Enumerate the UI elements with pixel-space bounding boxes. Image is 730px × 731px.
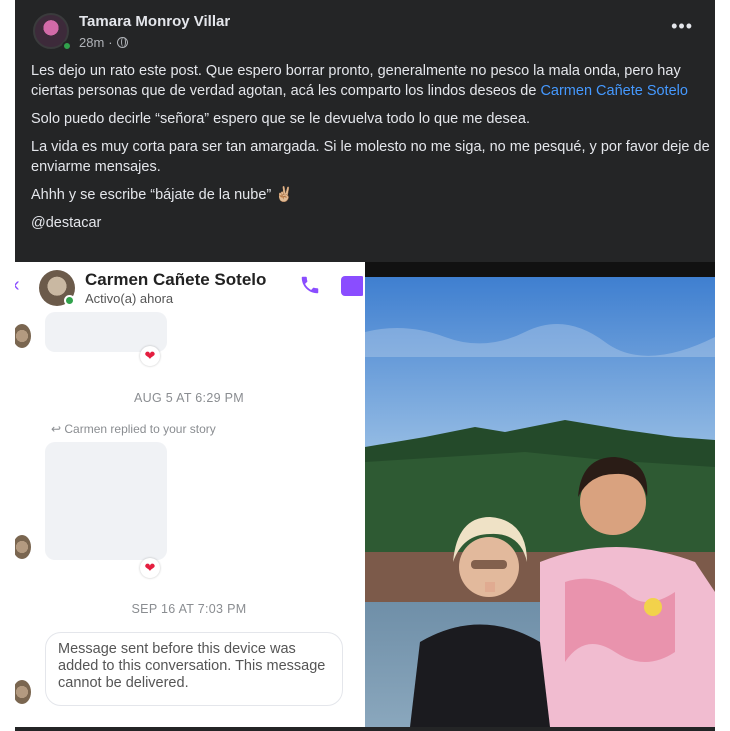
post-author-name[interactable]: Tamara Monroy Villar [79, 13, 230, 30]
undeliverable-message-bubble: Message sent before this device was adde… [45, 632, 343, 706]
globe-icon[interactable] [116, 37, 128, 48]
message-avatar [15, 535, 31, 559]
post-photo[interactable] [365, 262, 715, 727]
post-paragraph-2: Solo puedo decirle “señora” espero que s… [31, 111, 530, 127]
messenger-screenshot: ‹ Carmen Cañete Sotelo Activo(a) ahora ❤… [15, 262, 363, 727]
hidden-message [45, 442, 167, 560]
contact-name: Carmen Cañete Sotelo [85, 270, 267, 289]
facebook-post: Tamara Monroy Villar 28m · ••• Les dejo … [15, 0, 715, 262]
message-avatar [15, 324, 31, 348]
message-avatar [15, 680, 31, 704]
post-meta: 28m · [79, 35, 128, 50]
mention-link[interactable]: Carmen Cañete Sotelo [540, 83, 688, 99]
post-paragraph-3: La vida es muy corta para ser tan amarga… [31, 139, 710, 175]
active-status-dot [64, 295, 75, 306]
contact-status: Activo(a) ahora [85, 291, 174, 306]
heart-reaction-icon: ❤ [140, 346, 160, 366]
post-footer-edge [15, 727, 715, 731]
post-time[interactable]: 28m [79, 35, 104, 50]
message-timestamp: SEP 16 AT 7:03 PM [131, 602, 247, 616]
heart-reaction-icon: ❤ [140, 558, 160, 578]
message-timestamp: AUG 5 AT 6:29 PM [134, 391, 244, 405]
online-status-dot [62, 41, 72, 51]
post-paragraph-4: Ahhh y se escribe “bájate de la nube” ✌🏼 [31, 187, 294, 203]
story-reply-note: ↩ Carmen replied to your story [51, 422, 216, 436]
phone-icon[interactable] [299, 274, 321, 296]
post-paragraph-1: Les dejo un rato este post. Que espero b… [31, 63, 688, 99]
more-options-icon[interactable]: ••• [671, 16, 693, 37]
post-hashtag[interactable]: @destacar [31, 213, 711, 233]
video-call-icon[interactable] [341, 276, 363, 296]
back-chevron-icon[interactable]: ‹ [15, 274, 20, 297]
photo-image [365, 262, 715, 727]
post-body: Les dejo un rato este post. Que espero b… [31, 61, 711, 241]
